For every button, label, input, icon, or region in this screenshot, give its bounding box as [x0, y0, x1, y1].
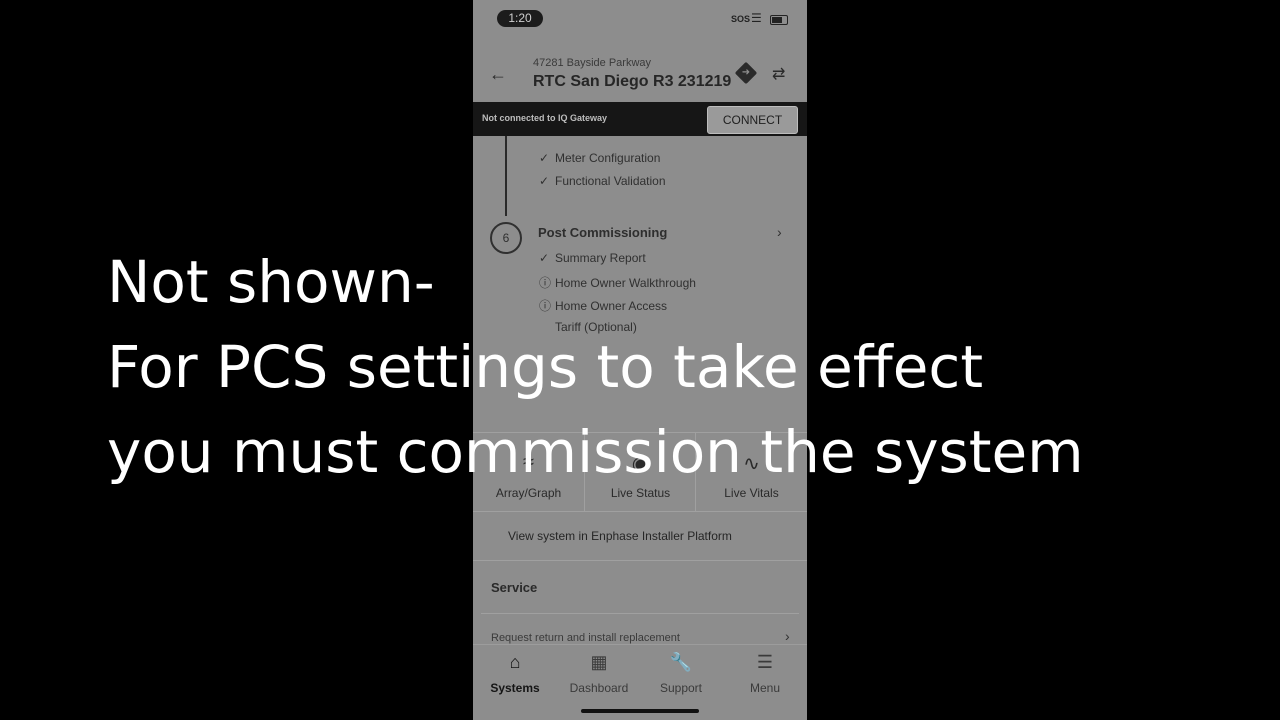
step-item[interactable]: ✓ Functional Validation: [539, 174, 666, 188]
connect-button[interactable]: CONNECT: [707, 106, 798, 134]
status-time: 1:20: [497, 10, 543, 27]
sos-indicator: SOS: [731, 14, 751, 24]
check-icon: ✓: [539, 174, 550, 188]
tab-label: Dashboard: [569, 681, 629, 695]
app-header: ← 47281 Bayside Parkway RTC San Diego R3…: [473, 38, 807, 102]
system-address: 47281 Bayside Parkway: [533, 57, 652, 69]
system-title: RTC San Diego R3 231219: [533, 73, 732, 90]
switch-system-icon[interactable]: ⇄: [772, 64, 785, 84]
status-bar: 1:20 SOS ☰: [473, 0, 807, 38]
post-commissioning-title[interactable]: Post Commissioning: [538, 225, 667, 240]
home-icon: ⌂: [509, 652, 521, 672]
service-heading: Service: [491, 580, 538, 595]
battery-icon: [770, 15, 788, 25]
home-indicator: [581, 709, 699, 713]
wifi-icon: ☰: [751, 11, 762, 25]
caption-line: you must commission the system: [107, 418, 1084, 486]
step-label: Functional Validation: [555, 174, 666, 188]
tab-label: Systems: [490, 681, 540, 695]
chevron-right-icon[interactable]: ›: [785, 628, 790, 644]
installer-platform-link[interactable]: View system in Enphase Installer Platfor…: [473, 510, 807, 561]
tab-label: Menu: [749, 681, 781, 695]
gateway-banner: Not connected to IQ Gateway CONNECT: [473, 102, 807, 136]
chevron-right-icon[interactable]: ›: [777, 224, 782, 240]
check-icon: ✓: [539, 151, 550, 165]
caption-line: For PCS settings to take effect: [107, 333, 984, 401]
tab-menu[interactable]: ☰ Menu: [723, 651, 807, 695]
wrench-icon: 🔧: [669, 652, 693, 672]
tab-dashboard[interactable]: ▦ Dashboard: [557, 651, 641, 695]
overlay-caption: Not shown- For PCS settings to take effe…: [107, 240, 1267, 495]
dashboard-icon: ▦: [590, 652, 608, 672]
gateway-status-text: Not connected to IQ Gateway: [482, 113, 608, 123]
back-arrow-icon[interactable]: ←: [489, 64, 507, 85]
installer-link-text: View system in Enphase Installer Platfor…: [508, 529, 732, 543]
caption-line: Not shown-: [107, 248, 435, 316]
step-item[interactable]: ✓ Meter Configuration: [539, 151, 660, 165]
tab-support[interactable]: 🔧 Support: [639, 651, 723, 695]
tab-label: Support: [659, 681, 703, 695]
directions-icon[interactable]: ➜: [734, 61, 758, 85]
timeline-line: [505, 136, 507, 216]
menu-icon: ☰: [756, 652, 774, 672]
request-replacement-link[interactable]: Request return and install replacement: [491, 632, 680, 644]
tab-systems[interactable]: ⌂ Systems: [473, 651, 557, 695]
divider: [481, 613, 799, 614]
step-label: Meter Configuration: [555, 151, 661, 165]
